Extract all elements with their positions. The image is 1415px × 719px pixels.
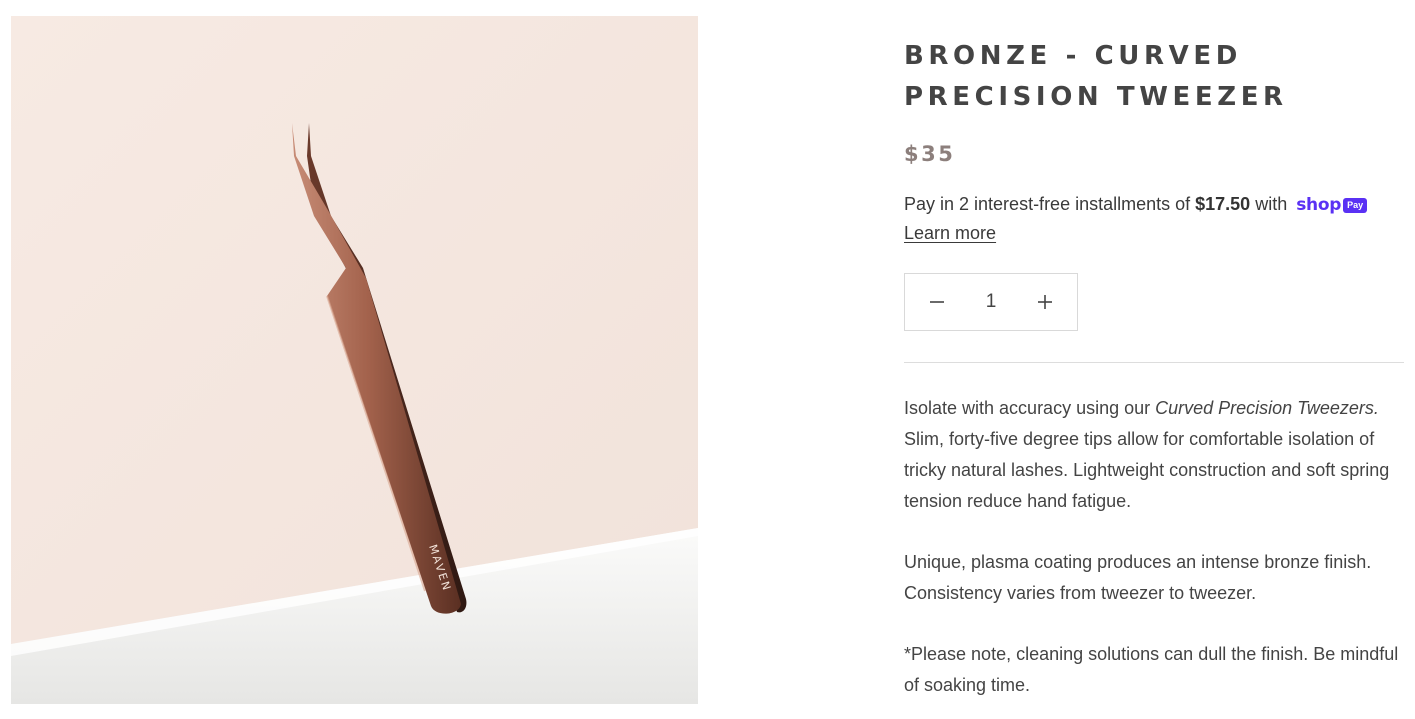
shop-pay-logo-pay: Pay (1343, 197, 1368, 213)
description-p1-product-name: Curved Precision Tweezers. (1155, 398, 1379, 418)
increase-quantity-button[interactable] (1013, 274, 1077, 330)
description-p1-text-rest: Slim, forty-five degree tips allow for c… (904, 429, 1390, 511)
product-price: $35 (904, 142, 956, 166)
description-paragraph-3: *Please note, cleaning solutions can dul… (904, 644, 1399, 695)
decrease-quantity-button[interactable] (905, 274, 969, 330)
section-divider (904, 362, 1404, 363)
product-title-line2: PRECISION TWEEZER (904, 82, 1288, 112)
description-paragraph-2: Unique, plasma coating produces an inten… (904, 552, 1372, 603)
description-p1-text: Isolate with accuracy using our (904, 398, 1156, 418)
installments-with: with (1250, 194, 1288, 214)
shop-pay-logo-shop: shop (1296, 195, 1342, 216)
product-title: BRONZE - CURVED PRECISION TWEEZER (904, 36, 1404, 118)
shop-pay-logo: shop Pay (1296, 195, 1368, 216)
product-page: MAVEN BRONZE - CURVED PRECISION TWEEZER … (0, 0, 1415, 719)
minus-icon (930, 301, 944, 303)
installments-text: Pay in 2 interest-free installments of (904, 194, 1196, 214)
learn-more-link[interactable]: Learn more (904, 223, 996, 243)
description-paragraph-1: Isolate with accuracy using our Curved P… (904, 393, 1404, 517)
product-description: Isolate with accuracy using our Curved P… (904, 393, 1404, 701)
quantity-selector (904, 273, 1078, 331)
plus-icon (1038, 295, 1052, 309)
quantity-input[interactable] (969, 291, 1013, 313)
tweezer-photo: MAVEN (11, 16, 698, 704)
shop-pay-installments: Pay in 2 interest-free installments of $… (904, 190, 1404, 248)
product-image[interactable]: MAVEN (11, 16, 698, 704)
installment-amount: $17.50 (1195, 194, 1251, 214)
product-title-line1: BRONZE - CURVED (904, 41, 1242, 71)
product-info: BRONZE - CURVED PRECISION TWEEZER $35 Pa… (904, 36, 1404, 719)
